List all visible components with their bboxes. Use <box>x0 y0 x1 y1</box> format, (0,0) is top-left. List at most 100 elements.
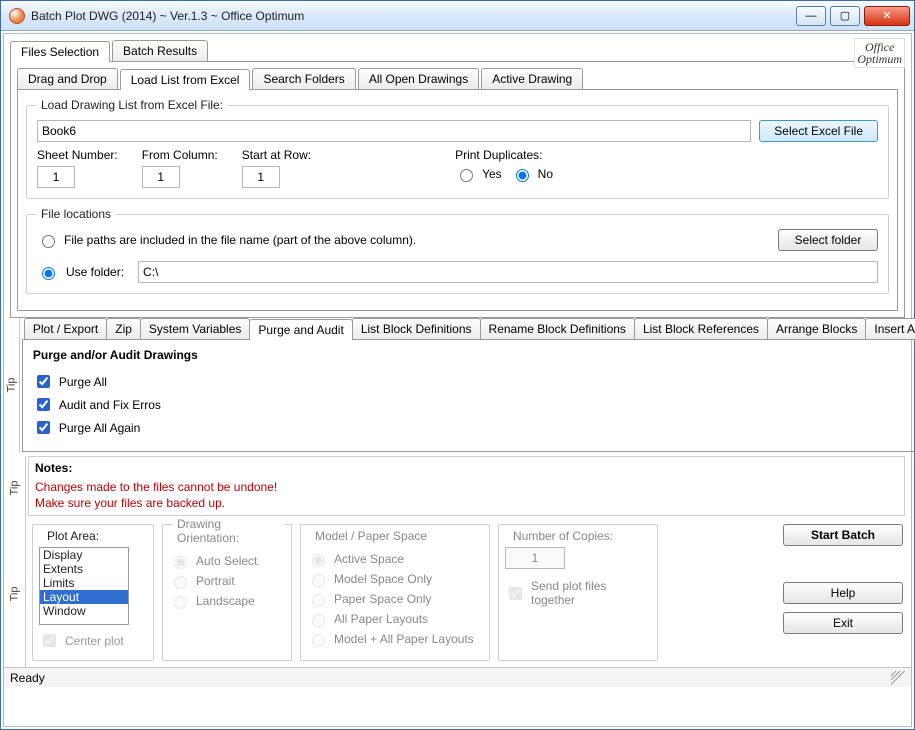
paths-included-radio[interactable] <box>42 235 55 248</box>
plot-area-list[interactable]: DisplayExtentsLimitsLayoutWindow <box>39 547 129 625</box>
tab-all-open[interactable]: All Open Drawings <box>358 68 479 89</box>
tab-zip[interactable]: Zip <box>106 318 141 339</box>
copies-group: Number of Copies: Send plot files togeth… <box>498 524 658 661</box>
select-excel-button[interactable]: Select Excel File <box>759 120 878 142</box>
from-column-label: From Column: <box>142 148 218 162</box>
help-button[interactable]: Help <box>783 582 903 604</box>
file-locations-fieldset: File locations File paths are included i… <box>26 207 889 294</box>
orientation-group: Drawing Orientation: Auto Select Portrai… <box>162 524 292 661</box>
folder-path-input[interactable] <box>138 261 878 283</box>
space-modelall-label: Model + All Paper Layouts <box>334 632 474 646</box>
orient-landscape-radio <box>174 596 187 609</box>
center-plot-label: Center plot <box>65 634 124 648</box>
start-row-input[interactable] <box>242 166 280 188</box>
audit-fix-check[interactable] <box>37 398 50 411</box>
plot-area-item[interactable]: Limits <box>40 576 128 590</box>
plot-area-item[interactable]: Display <box>40 548 128 562</box>
sheet-number-input[interactable] <box>37 166 75 188</box>
file-locations-legend: File locations <box>37 207 115 221</box>
action-buttons: Start Batch Help Exit <box>783 524 905 661</box>
close-button[interactable]: ✕ <box>864 6 910 26</box>
tab-sysvars[interactable]: System Variables <box>140 318 250 339</box>
minimize-button[interactable]: — <box>796 6 826 26</box>
purge-again-label: Purge All Again <box>59 421 140 435</box>
main-tabrow: Files Selection Batch Results Drag and D… <box>4 34 911 318</box>
brand-line2: Optimum <box>857 52 902 66</box>
tip-gutter-3: Tip <box>4 456 26 520</box>
purge-all-check[interactable] <box>37 375 50 388</box>
from-column-input[interactable] <box>142 166 180 188</box>
space-modelall-radio <box>312 634 325 647</box>
audit-fix-label: Audit and Fix Erros <box>59 398 161 412</box>
start-row-label: Start at Row: <box>242 148 311 162</box>
tip-gutter-2: Tip <box>4 318 20 452</box>
status-bar: Ready <box>4 667 911 687</box>
space-paper-label: Paper Space Only <box>334 592 431 606</box>
tab-active-drawing[interactable]: Active Drawing <box>481 68 583 89</box>
space-model-radio <box>312 574 325 587</box>
tab-arrange-blocks[interactable]: Arrange Blocks <box>767 318 866 339</box>
app-window: Batch Plot DWG (2014) ~ Ver.1.3 ~ Office… <box>0 0 915 730</box>
notes-line2: Make sure your files are backed up. <box>35 495 898 511</box>
orient-auto-label: Auto Select <box>196 554 257 568</box>
select-folder-button[interactable]: Select folder <box>778 229 878 251</box>
notes-box: Notes: Changes made to the files cannot … <box>28 456 905 516</box>
exit-button[interactable]: Exit <box>783 612 903 634</box>
plot-area-item[interactable]: Extents <box>40 562 128 576</box>
tab-files-selection[interactable]: Files Selection <box>10 41 110 62</box>
purge-all-label: Purge All <box>59 375 107 389</box>
dup-no-label: No <box>538 167 553 181</box>
space-model-label: Model Space Only <box>334 572 432 586</box>
orient-auto-radio <box>174 556 187 569</box>
maximize-button[interactable]: ▢ <box>830 6 860 26</box>
space-allpaper-label: All Paper Layouts <box>334 612 428 626</box>
plot-area-legend: Plot Area: <box>43 529 103 543</box>
tab-load-excel[interactable]: Load List from Excel <box>120 69 251 90</box>
load-excel-panel: Load Drawing List from Excel File: Selec… <box>17 89 898 311</box>
plot-area-item[interactable]: Layout <box>40 590 128 604</box>
tip-label-4: Tip <box>9 586 21 601</box>
files-selection-panel: Drag and Drop Load List from Excel Searc… <box>10 61 905 318</box>
dup-yes-radio[interactable] <box>460 169 473 182</box>
app-icon <box>9 8 25 24</box>
send-together-label: Send plot files together <box>531 579 651 607</box>
copies-input <box>505 547 565 569</box>
space-paper-radio <box>312 594 325 607</box>
tab-drag-drop[interactable]: Drag and Drop <box>17 68 118 89</box>
tab-rename-block[interactable]: Rename Block Definitions <box>480 318 635 339</box>
center-plot-check <box>43 634 56 647</box>
dup-no-radio[interactable] <box>516 169 529 182</box>
notes-line1: Changes made to the files cannot be undo… <box>35 479 898 495</box>
window-title: Batch Plot DWG (2014) ~ Ver.1.3 ~ Office… <box>31 9 796 23</box>
load-excel-fieldset: Load Drawing List from Excel File: Selec… <box>26 98 889 199</box>
tab-list-block-def[interactable]: List Block Definitions <box>352 318 481 339</box>
purge-again-check[interactable] <box>37 421 50 434</box>
space-active-label: Active Space <box>334 552 404 566</box>
titlebar: Batch Plot DWG (2014) ~ Ver.1.3 ~ Office… <box>1 1 914 31</box>
tab-purge-audit[interactable]: Purge and Audit <box>249 319 352 340</box>
resize-grip-icon[interactable] <box>891 671 905 685</box>
tab-search-folders[interactable]: Search Folders <box>252 68 355 89</box>
plot-area-item[interactable]: Window <box>40 604 128 618</box>
start-batch-button[interactable]: Start Batch <box>783 524 903 546</box>
load-excel-legend: Load Drawing List from Excel File: <box>37 98 227 112</box>
paths-included-label: File paths are included in the file name… <box>64 233 416 247</box>
notes-label: Notes: <box>35 461 898 475</box>
tab-plot-export[interactable]: Plot / Export <box>24 318 107 339</box>
excel-book-input[interactable] <box>37 120 751 142</box>
orient-portrait-radio <box>174 576 187 589</box>
tip-gutter-4: Tip <box>4 520 26 667</box>
lower-tabrow: Plot / Export Zip System Variables Purge… <box>22 318 915 340</box>
tab-batch-results[interactable]: Batch Results <box>112 40 208 61</box>
orientation-legend: Drawing Orientation: <box>173 517 285 545</box>
use-folder-radio[interactable] <box>42 267 55 280</box>
sheet-number-label: Sheet Number: <box>37 148 118 162</box>
copies-legend: Number of Copies: <box>509 529 617 543</box>
purge-audit-panel: Purge and/or Audit Drawings Purge All Au… <box>22 340 915 452</box>
tab-list-block-ref[interactable]: List Block References <box>634 318 768 339</box>
tab-insert-all[interactable]: Insert All Blocks <box>865 318 915 339</box>
space-legend: Model / Paper Space <box>311 529 431 543</box>
space-group: Model / Paper Space Active Space Model S… <box>300 524 490 661</box>
plot-area-group: Plot Area: DisplayExtentsLimitsLayoutWin… <box>32 524 154 661</box>
orient-portrait-label: Portrait <box>196 574 235 588</box>
